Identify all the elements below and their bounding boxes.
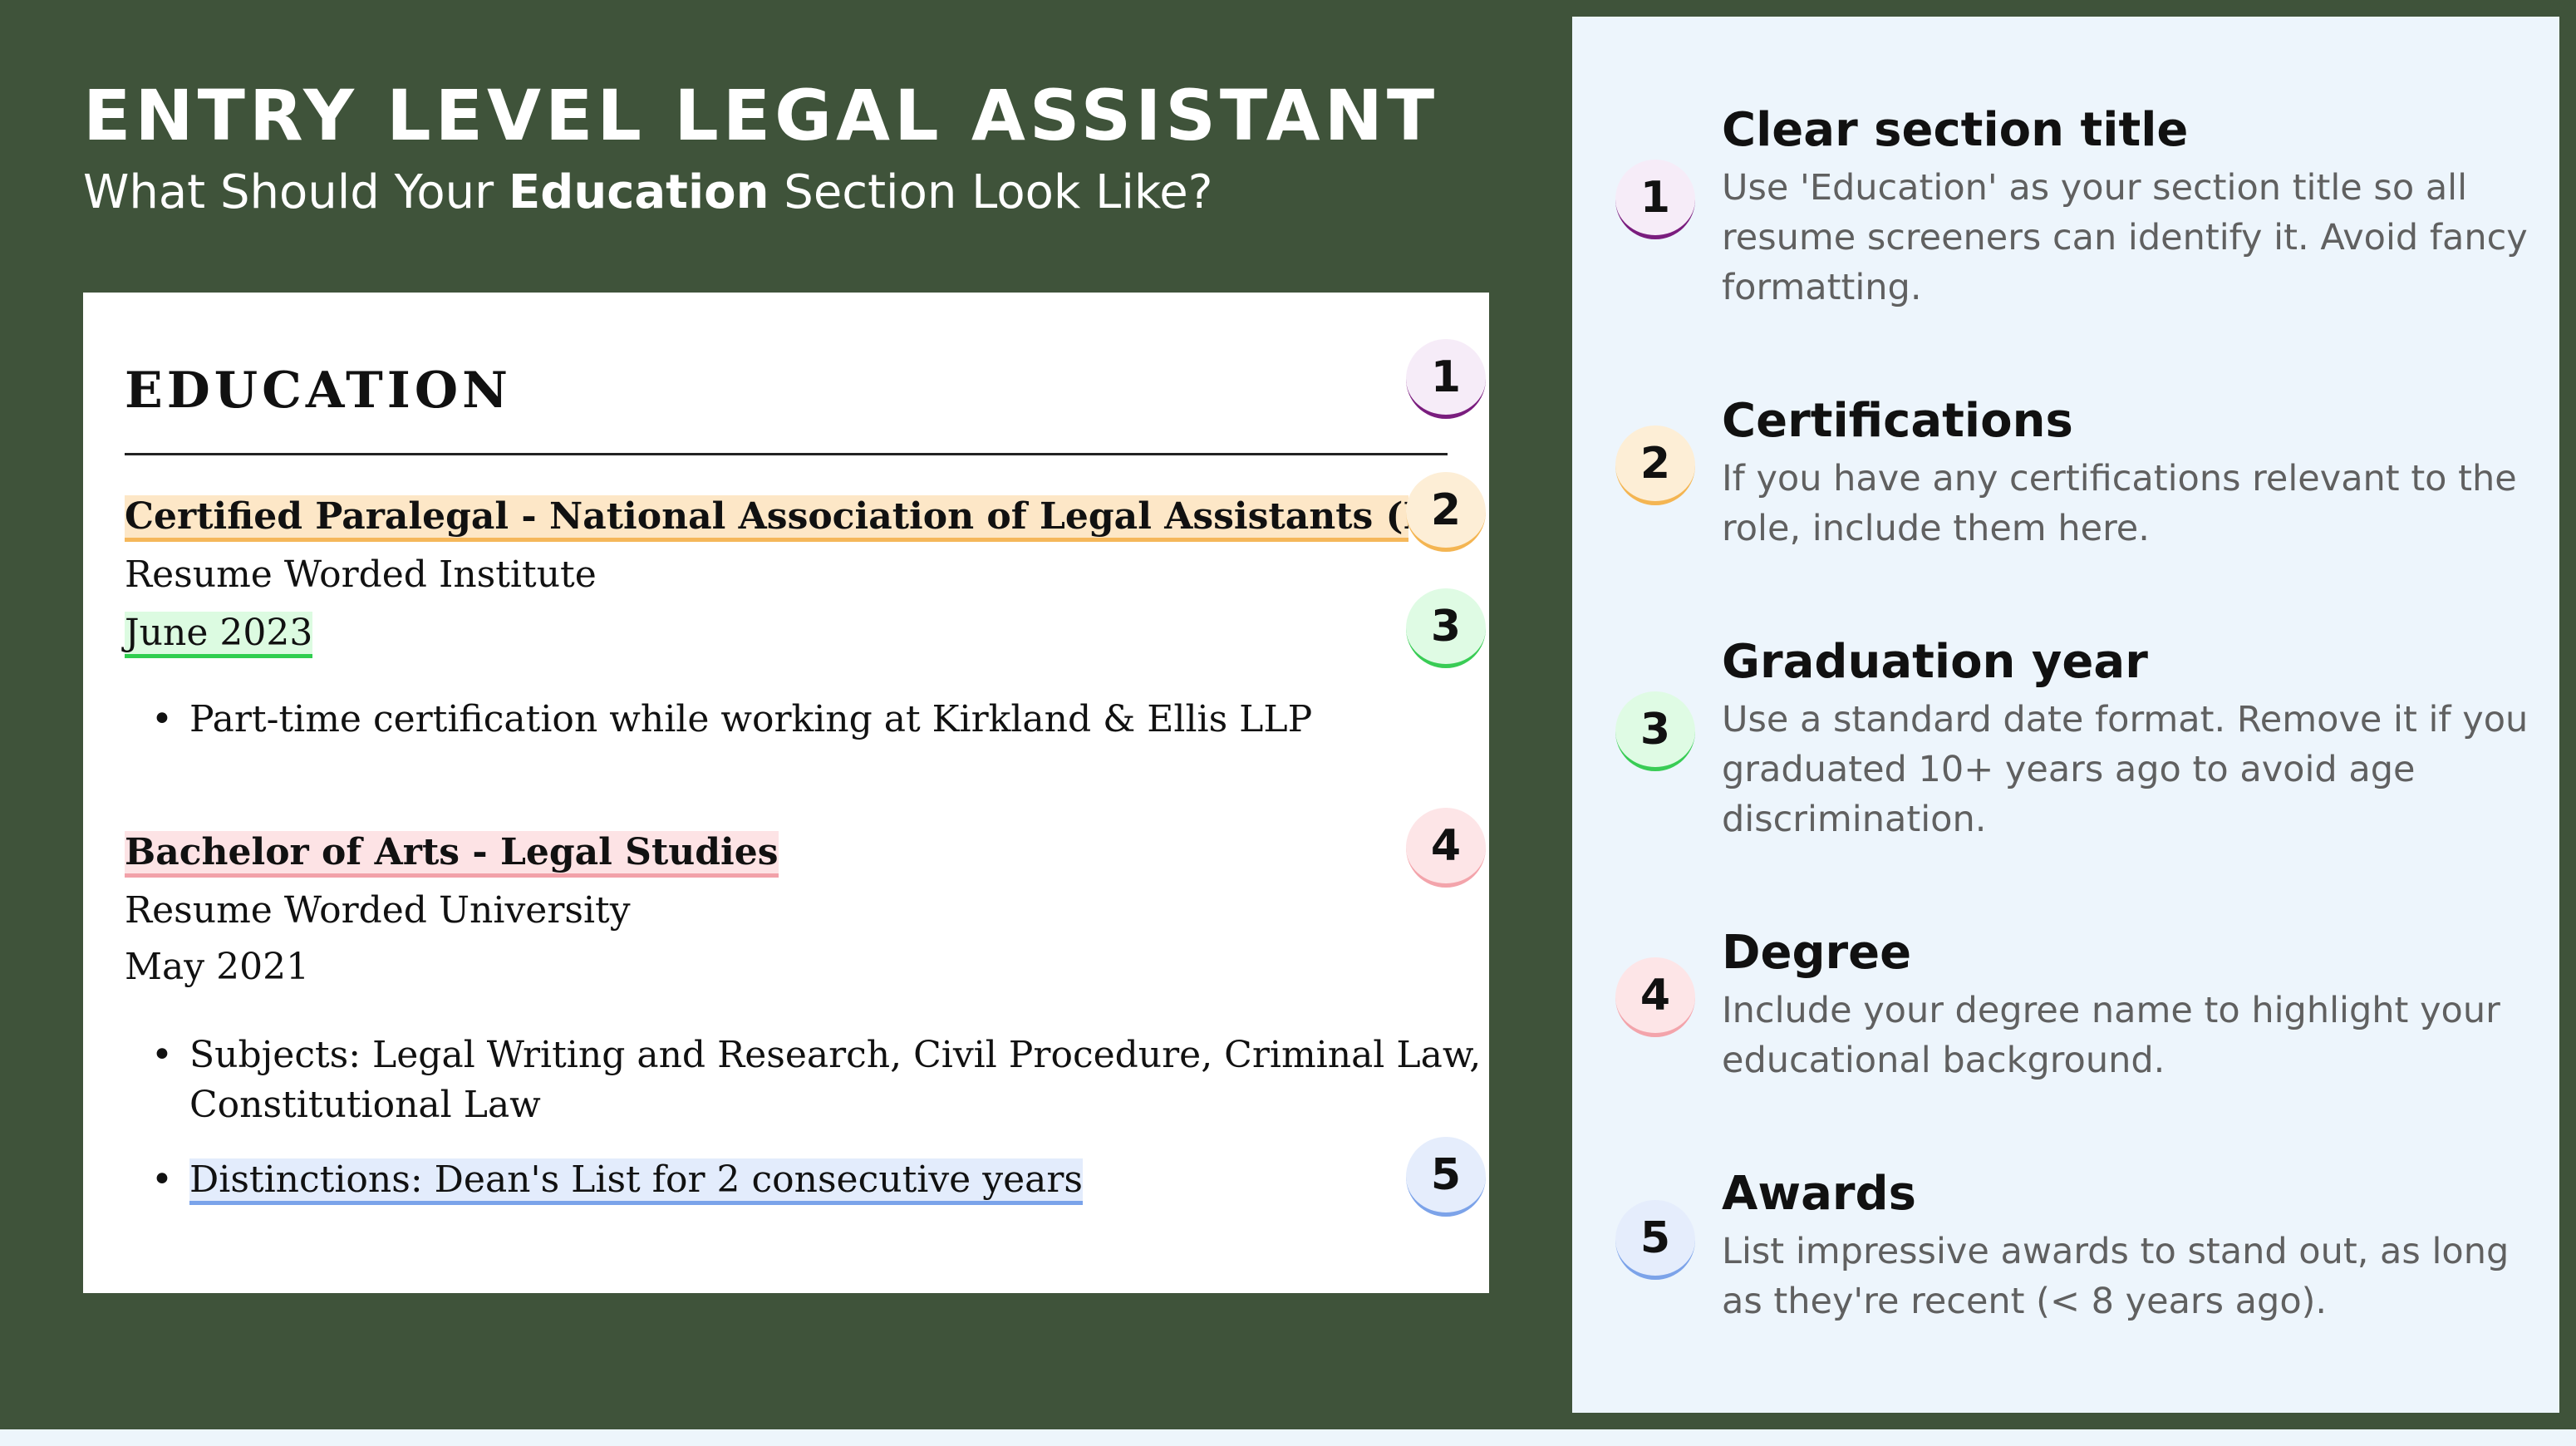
subtitle-emphasis: Education [508,165,769,219]
subtitle-prefix: What Should Your [83,165,509,219]
certification-bullet: Part-time certification while working at… [151,695,1312,745]
tip-badge-2: 2 [1615,425,1695,505]
degree-distinctions: Distinctions: Dean's List for 2 consecut… [189,1158,1083,1205]
badge-2: 2 [1406,472,1486,552]
tip-line: Use 'Education' as your section title so… [1722,167,2468,209]
tip-line: Use a standard date format. Remove it if… [1722,699,2529,740]
tip-line: resume screeners can identify it. Avoid … [1722,217,2528,258]
degree-title: Bachelor of Arts - Legal Studies [125,831,779,878]
degree-subjects-line-2: Constitutional Law [189,1084,541,1126]
tip-badge-3: 3 [1615,691,1695,771]
tip-title: Certifications [1722,394,2073,448]
tip-line: role, include them here. [1722,508,2150,549]
tip-body: List impressive awards to stand out, as … [1722,1227,2536,1326]
education-section-title: EDUCATION [125,362,512,420]
tip-line: graduated 10+ years ago to avoid age [1722,749,2416,790]
tip-line: formatting. [1722,267,1922,308]
tip-line: discrimination. [1722,799,1987,840]
tip-line: List impressive awards to stand out, as … [1722,1231,2510,1272]
degree-subjects-line-1: Subjects: Legal Writing and Research, Ci… [189,1034,1482,1076]
tip-body: Include your degree name to highlight yo… [1722,986,2536,1085]
tip-title: Graduation year [1722,635,2148,689]
badge-5: 5 [1406,1137,1486,1217]
tip-line: educational background. [1722,1040,2166,1081]
certification-title: Certified Paralegal - National Associati… [125,495,1408,542]
subtitle-suffix: Section Look Like? [769,165,1213,219]
page-subtitle: What Should Your Education Section Look … [83,161,1438,224]
page-title: ENTRY LEVEL LEGAL ASSISTANT [83,75,1439,156]
certification-date: June 2023 [125,612,313,658]
tip-body: Use a standard date format. Remove it if… [1722,695,2536,844]
certification-title-line: Certified Paralegal - National Associati… [125,492,1408,542]
degree-date: May 2021 [125,946,310,988]
tip-title: Degree [1722,926,1912,980]
tip-badge-1: 1 [1615,160,1695,239]
page-header: ENTRY LEVEL LEGAL ASSISTANT What Should … [83,70,1438,224]
certification-date-line: June 2023 [125,608,313,658]
tip-title: Awards [1722,1167,1916,1221]
degree-title-line: Bachelor of Arts - Legal Studies [125,828,779,878]
badge-1: 1 [1406,339,1486,419]
badge-3: 3 [1406,588,1486,668]
tip-badge-5: 5 [1615,1200,1695,1280]
tip-line: as they're recent (< 8 years ago). [1722,1281,2328,1322]
tip-title: Clear section title [1722,103,2189,157]
tip-badge-4: 4 [1615,957,1695,1037]
degree-distinctions-bullet: Distinctions: Dean's List for 2 consecut… [151,1155,1083,1205]
bottom-strip [0,1429,2576,1446]
section-divider [125,453,1448,455]
badge-4: 4 [1406,808,1486,888]
tip-line: Include your degree name to highlight yo… [1722,990,2500,1031]
certification-institution: Resume Worded Institute [125,553,597,596]
resume-education-card: EDUCATION Certified Paralegal - National… [83,293,1489,1293]
tip-body: If you have any certifications relevant … [1722,454,2536,553]
degree-subjects-bullet: Subjects: Legal Writing and Research, Ci… [151,1030,1482,1130]
tip-body: Use 'Education' as your section title so… [1722,163,2536,312]
tips-panel: 1 Clear section title Use 'Education' as… [1572,17,2559,1413]
tip-line: If you have any certifications relevant … [1722,458,2517,499]
degree-institution: Resume Worded University [125,889,631,932]
